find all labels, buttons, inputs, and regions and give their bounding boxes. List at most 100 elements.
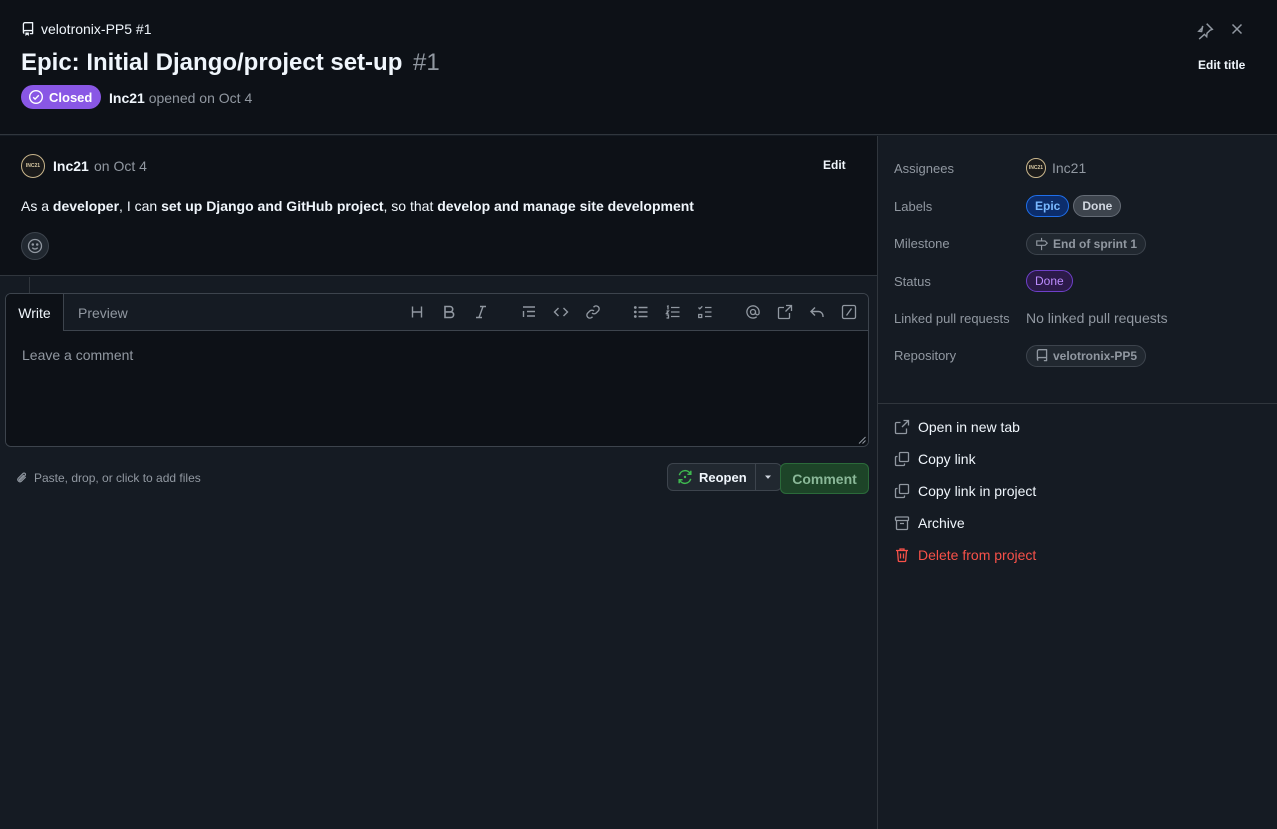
issue-title-text: Epic: Initial Django/project set-up [21,49,403,76]
archive-action[interactable]: Archive [894,515,965,531]
timeline-connector [29,277,30,293]
repo-icon [22,22,34,36]
archive-label: Archive [918,515,965,531]
copy-link-in-project-action[interactable]: Copy link in project [894,483,1036,499]
pin-button[interactable] [1196,22,1214,40]
linked-pull-requests-label: Linked pull requests [894,311,1010,326]
body-part: , I can [119,198,162,214]
code-button[interactable] [552,303,570,321]
avatar[interactable]: INC21 [21,154,45,178]
repository-label: Repository [894,348,957,363]
cross-reference-icon [777,304,793,320]
copy-icon [894,483,910,499]
unordered-list-button[interactable] [632,303,650,321]
body-part: , so that [383,198,438,214]
linked-pull-requests-value: No linked pull requests [1026,310,1168,326]
reopen-options-button[interactable] [754,464,781,490]
milestone-pill[interactable]: End of sprint 1 [1026,233,1146,255]
link-external-icon [894,419,910,435]
label-epic[interactable]: Epic [1026,195,1070,217]
reopen-button[interactable]: Reopen [668,464,755,490]
attach-files[interactable]: Paste, drop, or click to add files [15,471,201,485]
pin-icon [1197,23,1214,40]
attach-files-label: Paste, drop, or click to add files [34,471,201,485]
comment-body-text: As a developer, I can set up Django and … [21,198,694,214]
slash-commands-button[interactable] [840,303,858,321]
reply-icon [810,307,824,317]
milestone-icon [1036,237,1049,251]
issue-main: INC21 Inc21 on Oct 4 Edit As a developer… [0,136,877,829]
status-pill[interactable]: Done [1026,270,1073,292]
bold-icon [444,305,455,319]
body-part: develop and manage site development [437,198,694,214]
comment-input[interactable] [6,331,868,446]
quote-button[interactable] [520,303,538,321]
assignees-value[interactable]: INC21 Inc21 [1026,158,1086,178]
unordered-list-icon [633,306,648,318]
italic-button[interactable] [472,303,490,321]
tab-preview[interactable]: Preview [78,294,128,331]
body-part: set up Django and GitHub project [161,198,384,214]
avatar: INC21 [1026,158,1046,178]
tasklist-button[interactable] [696,303,714,321]
body-part: As a [21,198,53,214]
italic-icon [476,305,486,319]
status-badge-label: Closed [49,89,93,105]
tab-write[interactable]: Write [6,294,64,332]
issue-title: Epic: Initial Django/project set-up #1 [21,49,440,77]
avatar-text: INC21 [1028,165,1044,171]
link-button[interactable] [584,303,602,321]
issue-sidebar: Assignees INC21 Inc21 Labels Epic Done M… [877,136,1277,829]
tasklist-icon [698,305,712,319]
heading-button[interactable] [408,303,426,321]
copy-link-action[interactable]: Copy link [894,451,976,467]
triangle-down-icon [765,475,772,479]
resize-handle-icon[interactable] [858,436,866,444]
repository-pill[interactable]: velotronix-PP5 [1026,345,1147,367]
status-label: Status [894,274,931,289]
mention-button[interactable] [744,303,762,321]
repo-reference-text: velotronix-PP5 #1 [41,21,152,37]
cross-reference-button[interactable] [776,303,794,321]
reply-button[interactable] [808,303,826,321]
ordered-list-button[interactable] [664,303,682,321]
issue-meta: Inc21 opened on Oct 4 [109,90,252,106]
body-part: developer [52,198,120,214]
link-icon [586,305,600,319]
status-badge: Closed [21,85,102,109]
delete-from-project-action[interactable]: Delete from project [894,547,1036,563]
reopen-split-button: Reopen [667,463,782,491]
x-icon [1231,23,1243,35]
reopen-label: Reopen [699,469,747,485]
close-button[interactable] [1229,21,1245,37]
issue-author[interactable]: Inc21 [109,90,145,106]
open-in-new-tab-action[interactable]: Open in new tab [894,419,1020,435]
paperclip-icon [17,472,27,483]
delete-from-project-label: Delete from project [918,547,1037,563]
mention-icon [746,305,760,319]
labels-value: Epic Done [1026,195,1122,217]
repo-reference[interactable]: velotronix-PP5 #1 [21,21,152,37]
smiley-icon [27,238,43,254]
copy-link-in-project-label: Copy link in project [918,483,1037,499]
avatar-text: INC21 [25,163,41,169]
editor-tabs: Write Preview [6,294,868,332]
copy-icon [894,451,910,467]
milestone-value: End of sprint 1 [1026,233,1146,255]
edit-comment-button[interactable]: Edit [823,158,846,172]
comment-date[interactable]: on Oct 4 [94,158,147,174]
label-done[interactable]: Done [1073,195,1122,217]
add-reaction-button[interactable] [21,232,49,260]
issue-body-comment: INC21 Inc21 on Oct 4 Edit As a developer… [0,136,877,276]
issue-reopened-icon [678,469,692,485]
comment-button[interactable]: Comment [780,463,869,494]
check-circle-icon [28,89,44,105]
copy-link-label: Copy link [918,451,976,467]
comment-author[interactable]: Inc21 [53,158,89,174]
ordered-list-icon [665,304,680,319]
quote-icon [522,306,535,317]
heading-icon [411,306,423,318]
issue-number: #1 [413,49,440,76]
edit-title-button[interactable]: Edit title [1198,58,1245,72]
bold-button[interactable] [440,303,458,321]
